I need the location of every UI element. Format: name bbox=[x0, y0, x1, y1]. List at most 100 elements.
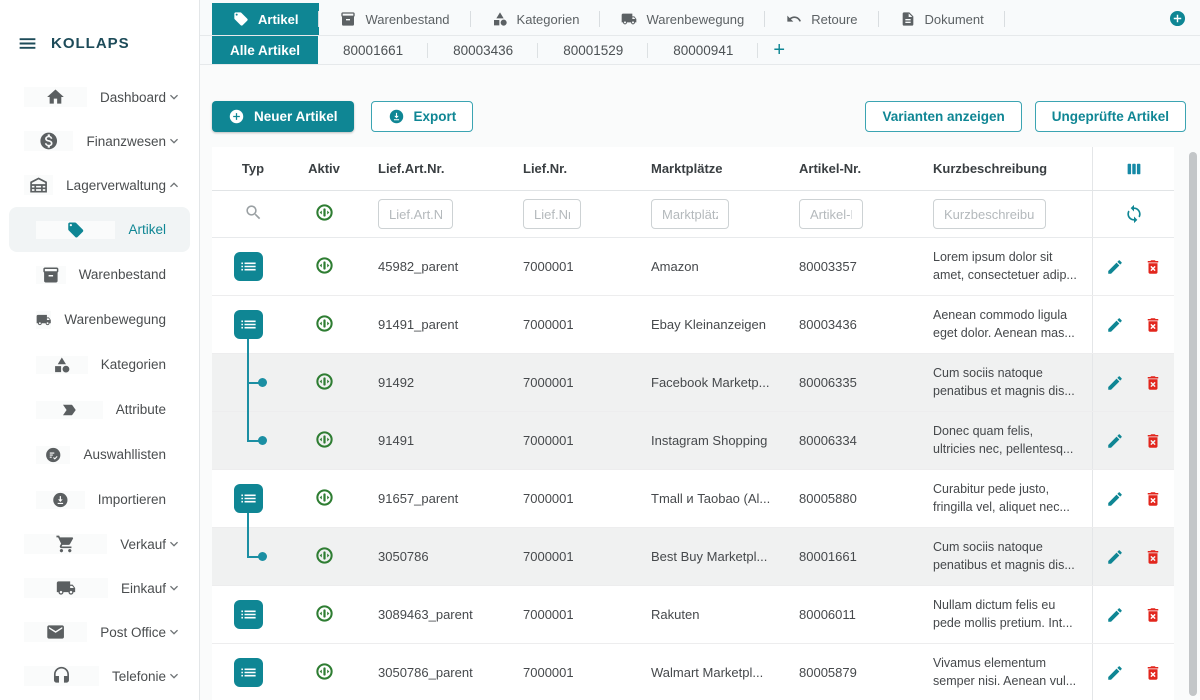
sidebar-item[interactable]: Lagerverwaltung bbox=[9, 163, 190, 207]
delete-icon[interactable] bbox=[1144, 548, 1162, 566]
sidebar-item-label: Finanzwesen bbox=[86, 134, 166, 149]
sidebar-item[interactable]: Einkauf bbox=[9, 566, 190, 610]
delete-icon[interactable] bbox=[1144, 374, 1162, 392]
parent-list-icon[interactable] bbox=[234, 310, 263, 339]
col-header-lief-art-nr[interactable]: Lief.Art.Nr. bbox=[354, 161, 499, 176]
table-body: 45982_parent 7000001 Amazon 80003357 Lor… bbox=[212, 238, 1174, 700]
export-button[interactable]: Export bbox=[371, 101, 474, 132]
edit-icon[interactable] bbox=[1106, 374, 1124, 392]
sidebar-item[interactable]: Post Office bbox=[9, 610, 190, 654]
col-header-aktiv[interactable]: Aktiv bbox=[294, 161, 354, 176]
module-tab[interactable]: Warenbestand bbox=[319, 3, 470, 35]
filter-artikel-nr-input[interactable] bbox=[799, 199, 863, 229]
sidebar-item-label: Lagerverwaltung bbox=[66, 178, 166, 193]
table-row: 91657_parent 7000001 Tmall и Taobao (Al.… bbox=[212, 470, 1174, 528]
delete-icon[interactable] bbox=[1144, 316, 1162, 334]
active-filter-toggle-icon[interactable] bbox=[315, 203, 334, 222]
article-tab[interactable]: 80001529 bbox=[538, 36, 648, 64]
col-header-lief-nr[interactable]: Lief.Nr. bbox=[499, 161, 627, 176]
cell-marktplaetze: Instagram Shopping bbox=[627, 433, 775, 448]
article-tab[interactable]: 80003436 bbox=[428, 36, 538, 64]
sidebar-item[interactable]: Telefonie bbox=[9, 654, 190, 698]
unchecked-articles-button[interactable]: Ungeprüfte Artikel bbox=[1035, 101, 1186, 132]
add-module-icon[interactable] bbox=[1168, 9, 1187, 28]
module-tab[interactable]: Kategorien bbox=[471, 3, 601, 35]
parent-list-icon[interactable] bbox=[234, 600, 263, 629]
module-tab[interactable]: Dokument bbox=[879, 3, 1005, 35]
parent-list-icon[interactable] bbox=[234, 484, 263, 513]
hamburger-menu-icon[interactable] bbox=[17, 33, 38, 54]
refresh-icon[interactable] bbox=[1124, 204, 1144, 224]
cell-kurzbeschreibung: Vivamus elementum semper nisi. Aenean vu… bbox=[909, 655, 1092, 690]
col-header-marktplaetze[interactable]: Marktplätze bbox=[627, 161, 775, 176]
edit-icon[interactable] bbox=[1106, 258, 1124, 276]
article-tab[interactable]: 80000941 bbox=[648, 36, 758, 64]
cell-kurzbeschreibung: Nullam dictum felis eu pede mollis preti… bbox=[909, 597, 1092, 632]
sidebar-item[interactable]: Warenbestand bbox=[9, 252, 190, 297]
attribute-icon bbox=[36, 401, 103, 419]
col-header-kurzbeschreibung[interactable]: Kurzbeschreibung bbox=[909, 161, 1092, 176]
search-icon[interactable] bbox=[244, 203, 263, 222]
edit-icon[interactable] bbox=[1106, 548, 1124, 566]
show-variants-button[interactable]: Varianten anzeigen bbox=[865, 101, 1021, 132]
edit-icon[interactable] bbox=[1106, 316, 1124, 334]
scrollbar-thumb[interactable] bbox=[1189, 152, 1197, 696]
edit-icon[interactable] bbox=[1106, 664, 1124, 682]
col-header-typ[interactable]: Typ bbox=[212, 161, 294, 176]
module-tab[interactable]: Retoure bbox=[765, 3, 878, 35]
edit-icon[interactable] bbox=[1106, 490, 1124, 508]
sidebar-item[interactable]: Attribute bbox=[9, 387, 190, 432]
filter-marktplaetze-input[interactable] bbox=[651, 199, 729, 229]
cell-marktplaetze: Amazon bbox=[627, 259, 775, 274]
new-article-button[interactable]: Neuer Artikel bbox=[212, 101, 354, 132]
delete-icon[interactable] bbox=[1144, 490, 1162, 508]
module-tab[interactable]: Warenbewegung bbox=[600, 3, 765, 35]
active-status-icon[interactable] bbox=[315, 314, 334, 333]
module-tab-label: Retoure bbox=[811, 12, 857, 27]
filter-lief-art-nr-input[interactable] bbox=[378, 199, 453, 229]
active-status-icon[interactable] bbox=[315, 488, 334, 507]
delete-icon[interactable] bbox=[1144, 258, 1162, 276]
parent-list-icon[interactable] bbox=[234, 252, 263, 281]
cell-marktplaetze: Facebook Marketp... bbox=[627, 375, 775, 390]
article-tab[interactable]: Alle Artikel bbox=[212, 36, 318, 64]
active-status-icon[interactable] bbox=[315, 372, 334, 391]
sidebar-item-label: Attribute bbox=[116, 402, 166, 417]
cell-artikel-nr: 80005879 bbox=[775, 665, 909, 680]
sidebar-item-label: Importieren bbox=[98, 492, 166, 507]
delete-icon[interactable] bbox=[1144, 606, 1162, 624]
sidebar-item[interactable]: Dashboard bbox=[9, 75, 190, 119]
col-header-artikel-nr[interactable]: Artikel-Nr. bbox=[775, 161, 909, 176]
sidebar-item[interactable]: Importieren bbox=[9, 477, 190, 522]
cell-lief-art-nr: 91657_parent bbox=[354, 491, 499, 506]
active-status-icon[interactable] bbox=[315, 430, 334, 449]
filter-lief-nr-input[interactable] bbox=[523, 199, 581, 229]
headset-icon bbox=[24, 666, 99, 686]
module-tab[interactable]: Artikel bbox=[212, 3, 319, 35]
edit-icon[interactable] bbox=[1106, 606, 1124, 624]
sidebar-item[interactable]: Kategorien bbox=[9, 342, 190, 387]
logo-row: KOLLAPS bbox=[0, 0, 199, 54]
sidebar-item[interactable]: Artikel bbox=[9, 207, 190, 252]
column-settings-icon[interactable] bbox=[1125, 160, 1143, 178]
sidebar-item[interactable]: Verkauf bbox=[9, 522, 190, 566]
sidebar-item[interactable]: Finanzwesen bbox=[9, 119, 190, 163]
add-article-tab-button[interactable]: + bbox=[758, 36, 800, 64]
chevron-icon bbox=[166, 357, 182, 373]
edit-icon[interactable] bbox=[1106, 432, 1124, 450]
cell-marktplaetze: Tmall и Taobao (Al... bbox=[627, 491, 775, 506]
active-status-icon[interactable] bbox=[315, 662, 334, 681]
active-status-icon[interactable] bbox=[315, 546, 334, 565]
delete-icon[interactable] bbox=[1144, 432, 1162, 450]
sidebar-item[interactable]: Warenbewegung bbox=[9, 297, 190, 342]
cell-marktplaetze: Rakuten bbox=[627, 607, 775, 622]
active-status-icon[interactable] bbox=[315, 256, 334, 275]
chevron-icon bbox=[166, 133, 182, 149]
table-row: 3089463_parent 7000001 Rakuten 80006011 … bbox=[212, 586, 1174, 644]
article-tab[interactable]: 80001661 bbox=[318, 36, 428, 64]
delete-icon[interactable] bbox=[1144, 664, 1162, 682]
parent-list-icon[interactable] bbox=[234, 658, 263, 687]
filter-kurzbeschreibung-input[interactable] bbox=[933, 199, 1046, 229]
sidebar-item[interactable]: Auswahllisten bbox=[9, 432, 190, 477]
active-status-icon[interactable] bbox=[315, 604, 334, 623]
